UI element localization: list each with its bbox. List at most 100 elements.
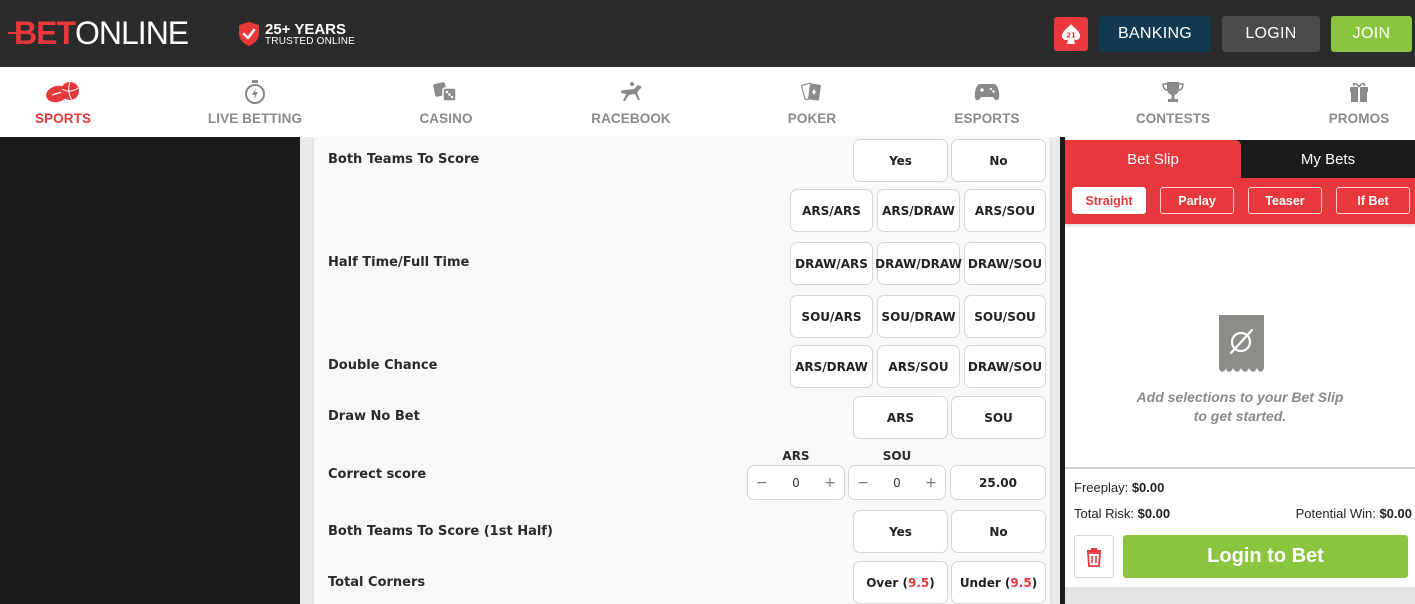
away-team-label: SOU: [882, 449, 912, 463]
odds-button[interactable]: Yes: [853, 139, 948, 182]
horse-racing-icon: [618, 80, 644, 104]
market-label-btts: Both Teams To Score: [328, 152, 480, 167]
nav-label: CASINO: [419, 111, 473, 126]
odds-button[interactable]: ARS/DRAW: [790, 345, 873, 388]
nav-item-esports[interactable]: ESPORTS: [942, 67, 1032, 137]
home-team-label: ARS: [782, 449, 810, 463]
odds-button[interactable]: DRAW/SOU: [964, 242, 1046, 285]
betonline-logo[interactable]: BET ONLINE: [8, 14, 189, 51]
main-nav: SPORTS LIVE BETTING CASINO RACEBOOK POKE…: [0, 67, 1415, 137]
increment-button[interactable]: +: [925, 475, 937, 491]
bet-type-parlay[interactable]: Parlay: [1160, 187, 1234, 214]
potential-win-value: $0.00: [1379, 506, 1412, 521]
odds-button[interactable]: ARS/ARS: [790, 189, 873, 232]
nav-label: POKER: [787, 111, 837, 126]
away-score-value[interactable]: 0: [893, 476, 901, 490]
login-to-bet-button[interactable]: Login to Bet: [1123, 535, 1408, 578]
odds-button[interactable]: ARS/DRAW: [877, 189, 960, 232]
total-risk-summary: Total Risk: $0.00: [1074, 506, 1170, 521]
tab-bet-slip[interactable]: Bet Slip: [1065, 140, 1241, 178]
odds-button[interactable]: ARS: [853, 396, 948, 439]
home-score-stepper: − 0 +: [747, 465, 845, 500]
nav-label: SPORTS: [34, 111, 92, 126]
home-score-value[interactable]: 0: [792, 476, 800, 490]
bet-slip-panel: Bet Slip My Bets Straight Parlay Teaser …: [1065, 137, 1415, 604]
logo-streak: [8, 32, 30, 34]
logo-online: ONLINE: [75, 14, 189, 51]
login-button[interactable]: LOGIN: [1222, 16, 1320, 52]
trust-years: 25+ YEARS: [265, 20, 347, 38]
market-label-htft: Half Time/Full Time: [328, 255, 470, 270]
banking-button[interactable]: BANKING: [1099, 16, 1211, 52]
sports-balls-icon: [43, 80, 83, 104]
odds-button[interactable]: No: [951, 510, 1046, 553]
nav-item-casino[interactable]: CASINO: [401, 67, 491, 137]
left-sidebar: [0, 137, 300, 604]
nav-label: PROMOS: [1328, 111, 1390, 126]
odds-button[interactable]: DRAW/ARS: [790, 242, 873, 285]
odds-button[interactable]: SOU/DRAW: [877, 295, 960, 338]
freeplay-label: Freeplay:: [1074, 480, 1129, 495]
over-button[interactable]: Over (9.5): [853, 561, 948, 604]
nav-item-poker[interactable]: POKER: [767, 67, 857, 137]
bet-type-straight[interactable]: Straight: [1072, 187, 1146, 214]
nav-item-promos[interactable]: PROMOS: [1314, 67, 1404, 137]
trust-badge: 25+ YEARS TRUSTED ONLINE: [238, 21, 355, 47]
odds-button[interactable]: DRAW/DRAW: [875, 242, 962, 285]
nav-item-racebook[interactable]: RACEBOOK: [581, 67, 681, 137]
odds-button[interactable]: No: [951, 139, 1046, 182]
odds-button[interactable]: Yes: [853, 510, 948, 553]
spade-21-icon: 21: [1062, 24, 1080, 44]
under-line: 9.5: [1010, 575, 1032, 590]
empty-slip-line1: Add selections to your Bet Slip: [1136, 389, 1344, 405]
odds-button[interactable]: SOU: [951, 396, 1046, 439]
blackjack-button[interactable]: 21: [1054, 17, 1088, 51]
market-label-correct-score: Correct score: [328, 467, 427, 482]
odds-button[interactable]: ARS/SOU: [877, 345, 960, 388]
bet-type-teaser[interactable]: Teaser: [1248, 187, 1322, 214]
join-button[interactable]: JOIN: [1331, 16, 1412, 52]
playing-cards-icon: [801, 80, 823, 104]
decrement-button[interactable]: −: [857, 475, 869, 491]
odds-button[interactable]: DRAW/SOU: [964, 345, 1046, 388]
decrement-button[interactable]: −: [756, 475, 768, 491]
markets-card: Both Teams To Score Yes No Half Time/Ful…: [314, 137, 1050, 604]
nav-label: CONTESTS: [1135, 111, 1211, 126]
under-label: Under: [959, 575, 1001, 590]
tab-my-bets[interactable]: My Bets: [1241, 140, 1415, 178]
market-label-btts-1h: Both Teams To Score (1st Half): [328, 524, 553, 539]
away-score-stepper: − 0 +: [848, 465, 946, 500]
trophy-icon: [1162, 80, 1184, 104]
nav-label: ESPORTS: [954, 111, 1020, 126]
shield-check-icon: [239, 22, 259, 46]
dice-icon: [433, 80, 459, 104]
odds-button[interactable]: ARS/SOU: [964, 189, 1046, 232]
odds-button[interactable]: SOU/SOU: [964, 295, 1046, 338]
odds-button[interactable]: SOU/ARS: [790, 295, 873, 338]
total-risk-value: $0.00: [1137, 506, 1171, 521]
market-label-draw-no-bet: Draw No Bet: [328, 409, 420, 424]
badge-text: 21: [1066, 32, 1076, 40]
empty-slip-line2: to get started.: [1193, 408, 1287, 424]
nav-label: LIVE BETTING: [207, 111, 303, 126]
potential-win-summary: Potential Win: $0.00: [1296, 506, 1412, 521]
gamepad-icon: [974, 80, 1000, 104]
market-label-double-chance: Double Chance: [328, 358, 438, 373]
total-risk-label: Total Risk:: [1074, 506, 1134, 521]
trust-subtitle: TRUSTED ONLINE: [265, 35, 356, 47]
slip-divider: [1065, 467, 1415, 469]
markets-panel: Both Teams To Score Yes No Half Time/Ful…: [300, 137, 1060, 604]
freeplay-summary: Freeplay: $0.00: [1074, 480, 1164, 495]
clear-slip-button[interactable]: [1074, 535, 1114, 578]
nav-label: RACEBOOK: [591, 111, 671, 126]
nav-item-contests[interactable]: CONTESTS: [1128, 67, 1218, 137]
over-line: 9.5: [908, 575, 930, 590]
correct-score-odds-button[interactable]: 25.00: [950, 465, 1046, 500]
bet-type-if-bet[interactable]: If Bet: [1336, 187, 1410, 214]
nav-item-live-betting[interactable]: LIVE BETTING: [200, 67, 310, 137]
nav-item-sports[interactable]: SPORTS: [18, 67, 108, 137]
under-button[interactable]: Under (9.5): [951, 561, 1046, 604]
over-label: Over: [866, 575, 899, 590]
gift-icon: [1348, 80, 1370, 104]
increment-button[interactable]: +: [824, 475, 836, 491]
